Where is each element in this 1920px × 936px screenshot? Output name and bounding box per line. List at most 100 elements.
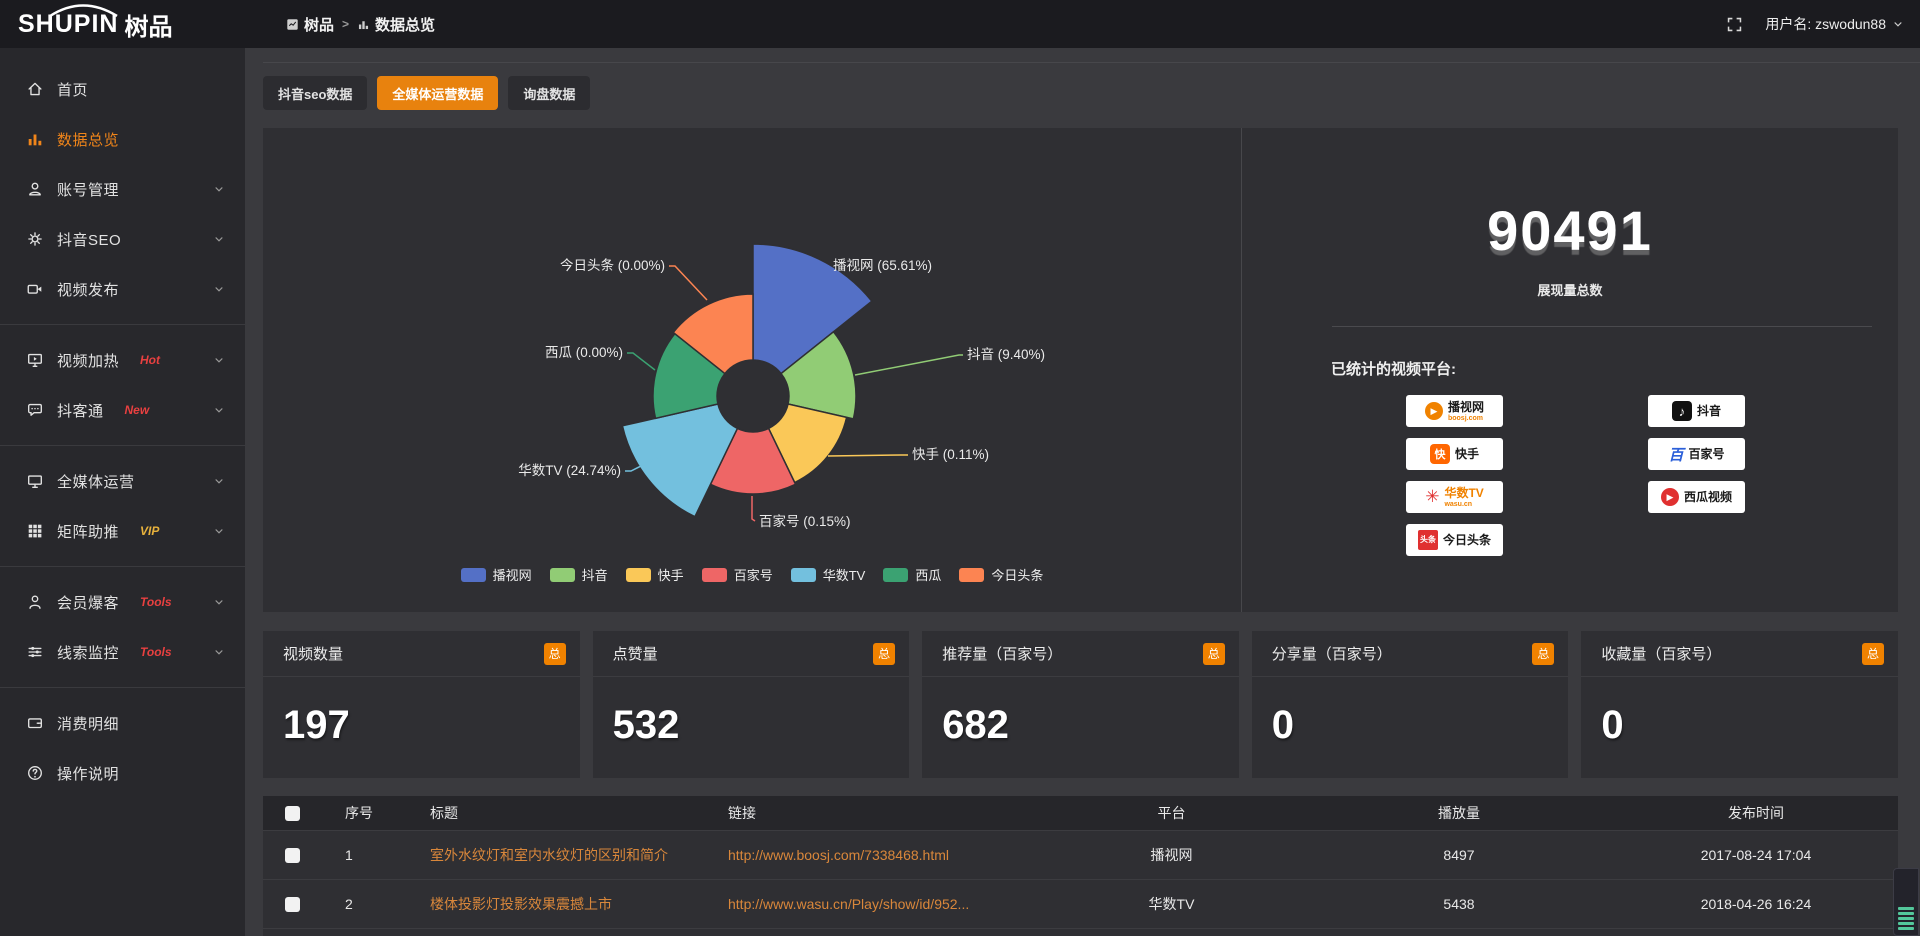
pie-slice-华数TV[interactable] (622, 404, 737, 517)
table-row: 2楼体投影灯投影效果震撼上市http://www.wasu.cn/Play/sh… (263, 879, 1898, 928)
sidebar-item-首页[interactable]: 首页 (0, 64, 245, 114)
stat-card-title: 推荐量（百家号） (942, 643, 1062, 664)
legend-swatch (959, 568, 984, 582)
sidebar-divider (0, 566, 245, 567)
user-icon (26, 180, 44, 198)
legend-item-抖音[interactable]: 抖音 (550, 565, 608, 584)
sidebar-item-label: 数据总览 (57, 129, 119, 150)
stat-card-title: 视频数量 (283, 643, 343, 664)
brand-logo: SHUPIN 树品 (18, 0, 172, 48)
sidebar-item-消费明细[interactable]: 消费明细 (0, 698, 245, 748)
cell-time: 2018-04-26 16:24 (1600, 879, 1898, 928)
column-header-标题: 标题 (416, 796, 714, 830)
legend-item-快手[interactable]: 快手 (626, 565, 684, 584)
platform-name: 西瓜视频 (1684, 491, 1732, 503)
pie-label-line (855, 355, 963, 375)
sidebar-item-label: 矩阵助推 (57, 521, 119, 542)
cell-plays: 5438 (1304, 879, 1600, 928)
pie-chart: 播视网 (65.61%)抖音 (9.40%)快手 (0.11%)百家号 (0.1… (263, 128, 1241, 612)
sidebar-item-badge: New (125, 403, 150, 417)
chevron-down-icon (213, 404, 225, 416)
stat-card-value: 0 (1601, 703, 1623, 748)
wasu-logo-icon: ✳ (1425, 487, 1439, 507)
sidebar-item-全媒体运营[interactable]: 全媒体运营 (0, 456, 245, 506)
breadcrumb-icon (286, 18, 299, 31)
cell-url-link[interactable]: http://www.boosj.com/7338468.html (714, 830, 1025, 879)
platform-name: 今日头条 (1443, 534, 1491, 546)
pie-legend: 播视网抖音 快手 百家号华数TV 西瓜今日头条 (263, 565, 1241, 584)
pie-label: 抖音 (9.40%) (967, 346, 1045, 362)
select-all-checkbox[interactable] (285, 806, 300, 821)
stat-card-header: 推荐量（百家号）总 (922, 631, 1239, 677)
stat-card-title: 收藏量（百家号） (1601, 643, 1721, 664)
stat-card-点赞量: 点赞量总532 (593, 631, 910, 778)
user-area: 用户名: zswodun88 (1726, 0, 1904, 48)
platform-name: 播视网 (1448, 401, 1484, 413)
total-impressions-value: 90491 (1242, 198, 1898, 263)
breadcrumb-label: 数据总览 (375, 14, 435, 35)
sidebar-divider (0, 324, 245, 325)
video-table: 序号标题链接平台播放量发布时间 1室外水纹灯和室内水纹灯的区别和简介http:/… (263, 796, 1898, 936)
tab-询盘数据[interactable]: 询盘数据 (508, 76, 590, 110)
sidebar-item-视频发布[interactable]: 视频发布 (0, 264, 245, 314)
sidebar-item-操作说明[interactable]: 操作说明 (0, 748, 245, 798)
boosj-logo-icon: ▶ (1425, 402, 1443, 420)
legend-item-播视网[interactable]: 播视网 (461, 565, 532, 584)
legend-label: 播视网 (493, 565, 532, 584)
sidebar-item-badge: Hot (140, 353, 160, 367)
platform-name: 抖音 (1697, 405, 1721, 417)
pie-label-line (669, 266, 707, 300)
sidebar-item-抖音SEO[interactable]: 抖音SEO (0, 214, 245, 264)
sidebar-item-线索监控[interactable]: 线索监控Tools (0, 627, 245, 677)
brand-logo-text: SHUPIN (18, 10, 118, 39)
legend-item-西瓜[interactable]: 西瓜 (883, 565, 941, 584)
breadcrumb-separator: > (342, 17, 349, 31)
floating-widget-stripes (1898, 907, 1914, 930)
legend-swatch (702, 568, 727, 582)
stat-card-title: 点赞量 (613, 643, 658, 664)
sidebar-item-矩阵助推[interactable]: 矩阵助推VIP (0, 506, 245, 556)
cell-no: 2 (321, 879, 416, 928)
sidebar-item-label: 操作说明 (57, 763, 119, 784)
sidebar-item-账号管理[interactable]: 账号管理 (0, 164, 245, 214)
chevron-down-icon (213, 646, 225, 658)
platform-badge-抖音: ♪抖音 (1648, 395, 1745, 427)
cell-url-link[interactable]: http://www.wasu.cn/Play/show/id/952... (714, 879, 1025, 928)
chevron-down-icon (213, 183, 225, 195)
legend-item-今日头条[interactable]: 今日头条 (959, 565, 1043, 584)
topbar: SHUPIN 树品 树品 > 数据总览 用户名: zswodun88 (0, 0, 1920, 48)
summary-panel: 90491 展现量总数 已统计的视频平台: ▶播视网boosj.com快快手✳华… (1241, 128, 1898, 612)
row-checkbox[interactable] (285, 897, 300, 912)
legend-label: 快手 (658, 565, 684, 584)
stat-card-total-badge: 总 (1532, 643, 1554, 665)
sidebar-item-数据总览[interactable]: 数据总览 (0, 114, 245, 164)
sidebar-item-抖客通[interactable]: 抖客通New (0, 385, 245, 435)
legend-item-华数TV[interactable]: 华数TV (791, 565, 866, 584)
fullscreen-icon[interactable] (1726, 16, 1743, 33)
chevron-down-icon (213, 475, 225, 487)
screen-play-icon (26, 351, 44, 369)
sidebar-item-会员爆客[interactable]: 会员爆客Tools (0, 577, 245, 627)
sidebar-item-label: 线索监控 (57, 642, 119, 663)
sidebar-item-视频加热[interactable]: 视频加热Hot (0, 335, 245, 385)
chevron-down-icon (213, 283, 225, 295)
breadcrumb-item[interactable]: 树品 (286, 14, 334, 35)
legend-item-百家号[interactable]: 百家号 (702, 565, 773, 584)
user-menu[interactable]: 用户名: zswodun88 (1765, 14, 1904, 34)
cell-platform: 华数TV (1025, 879, 1304, 928)
data-tabs: 抖音seo数据全媒体运营数据询盘数据 (263, 76, 590, 110)
cell-title-link[interactable]: 室外水纹灯和室内水纹灯的区别和简介 (416, 830, 714, 879)
cell-title-link[interactable]: 楼体投影灯投影效果震撼上市 (416, 879, 714, 928)
row-checkbox[interactable] (285, 848, 300, 863)
floating-widget[interactable] (1893, 868, 1919, 936)
legend-label: 百家号 (734, 565, 773, 584)
tab-抖音seo数据[interactable]: 抖音seo数据 (263, 76, 367, 110)
username-label: 用户名: zswodun88 (1765, 14, 1886, 34)
breadcrumb-item[interactable]: 数据总览 (357, 14, 435, 35)
sidebar-item-label: 会员爆客 (57, 592, 119, 613)
cell-platform: 播视网 (1025, 830, 1304, 879)
video-icon (26, 280, 44, 298)
column-header-链接: 链接 (714, 796, 1025, 830)
tab-全媒体运营数据[interactable]: 全媒体运营数据 (377, 76, 498, 110)
sidebar-item-label: 全媒体运营 (57, 471, 135, 492)
